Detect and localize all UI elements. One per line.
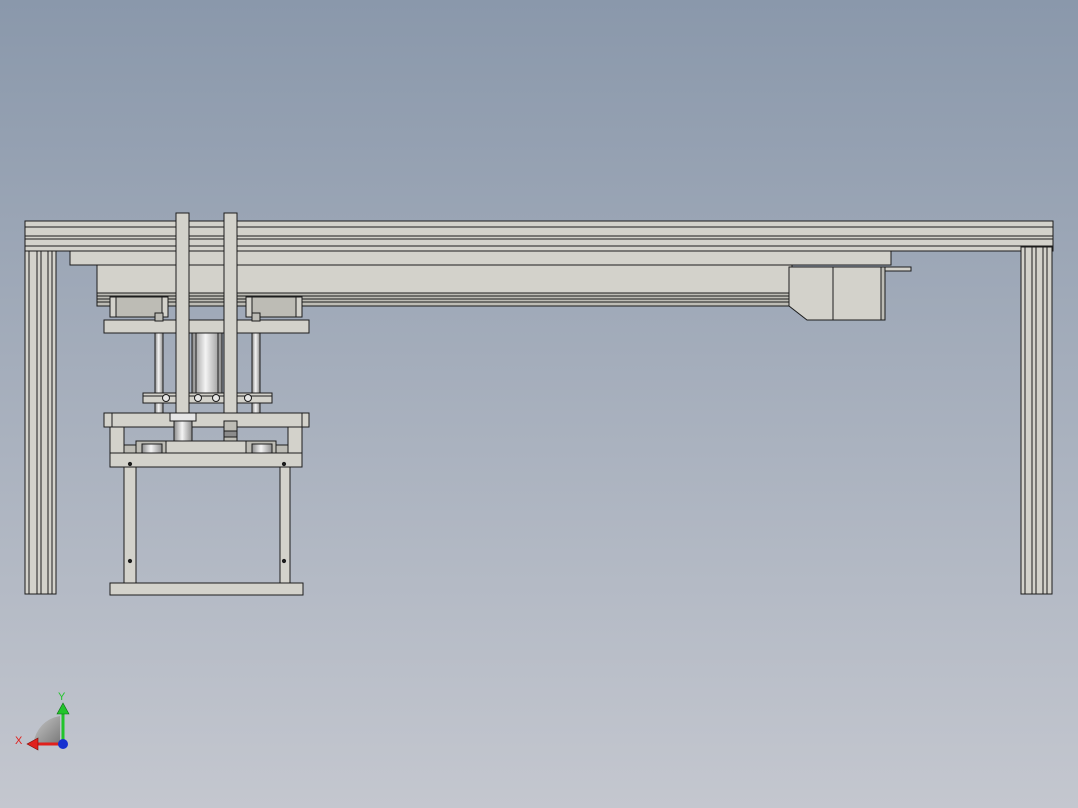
triad-x-label: X (15, 735, 23, 747)
crossbar[interactable] (142, 392, 273, 404)
triad-y-label: Y (58, 691, 66, 703)
graphics-viewport[interactable]: Y X (0, 0, 1078, 808)
mounting-plate[interactable] (103, 319, 310, 334)
left-leg[interactable] (24, 250, 57, 595)
fixture-base[interactable] (135, 440, 277, 454)
right-leg[interactable] (1020, 246, 1053, 595)
frame-top-plate[interactable] (103, 412, 310, 428)
cylinder-body[interactable] (191, 332, 223, 394)
linear-module[interactable] (69, 250, 892, 307)
z-axis-icon (58, 739, 68, 749)
vertical-plate-right[interactable] (223, 212, 238, 414)
vertical-plate-left[interactable] (175, 212, 190, 414)
